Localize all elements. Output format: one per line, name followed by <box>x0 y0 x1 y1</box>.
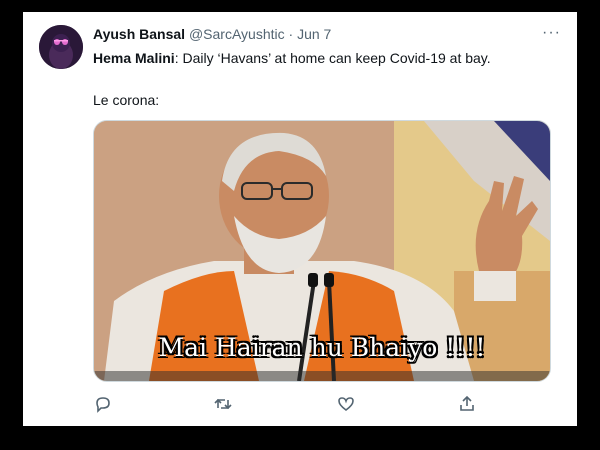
reply-icon <box>96 397 110 413</box>
quote-text: : Daily ‘Havans’ at home can keep Covid-… <box>174 50 491 66</box>
share-icon <box>460 395 474 411</box>
reply-button[interactable] <box>93 394 113 414</box>
tweet-media[interactable]: Mai Hairan hu Bhaiyo !!!! <box>93 120 551 382</box>
tweet-actions <box>93 394 493 414</box>
tweet-header: Ayush Bansal @SarcAyushtic · Jun 7 <box>93 26 331 42</box>
avatar-image <box>39 25 83 69</box>
tweet-text-line1: Hema Malini: Daily ‘Havans’ at home can … <box>93 50 491 66</box>
tweet-card[interactable]: Ayush Bansal @SarcAyushtic · Jun 7 ··· H… <box>23 12 577 426</box>
author-handle[interactable]: @SarcAyushtic <box>189 26 285 42</box>
tweet-text-line2: Le corona: <box>93 92 160 108</box>
retweet-icon <box>214 398 232 410</box>
author-name[interactable]: Ayush Bansal <box>93 26 185 42</box>
heart-icon <box>338 397 354 411</box>
avatar[interactable] <box>39 25 83 69</box>
date-separator: · <box>288 26 294 42</box>
tweet-date[interactable]: Jun 7 <box>297 26 331 42</box>
meme-caption: Mai Hairan hu Bhaiyo !!!! <box>158 333 486 362</box>
share-button[interactable] <box>457 394 477 414</box>
quote-name: Hema Malini <box>93 50 175 66</box>
retweet-button[interactable] <box>213 394 233 414</box>
more-options-icon[interactable]: ··· <box>542 24 561 42</box>
like-button[interactable] <box>336 394 356 414</box>
